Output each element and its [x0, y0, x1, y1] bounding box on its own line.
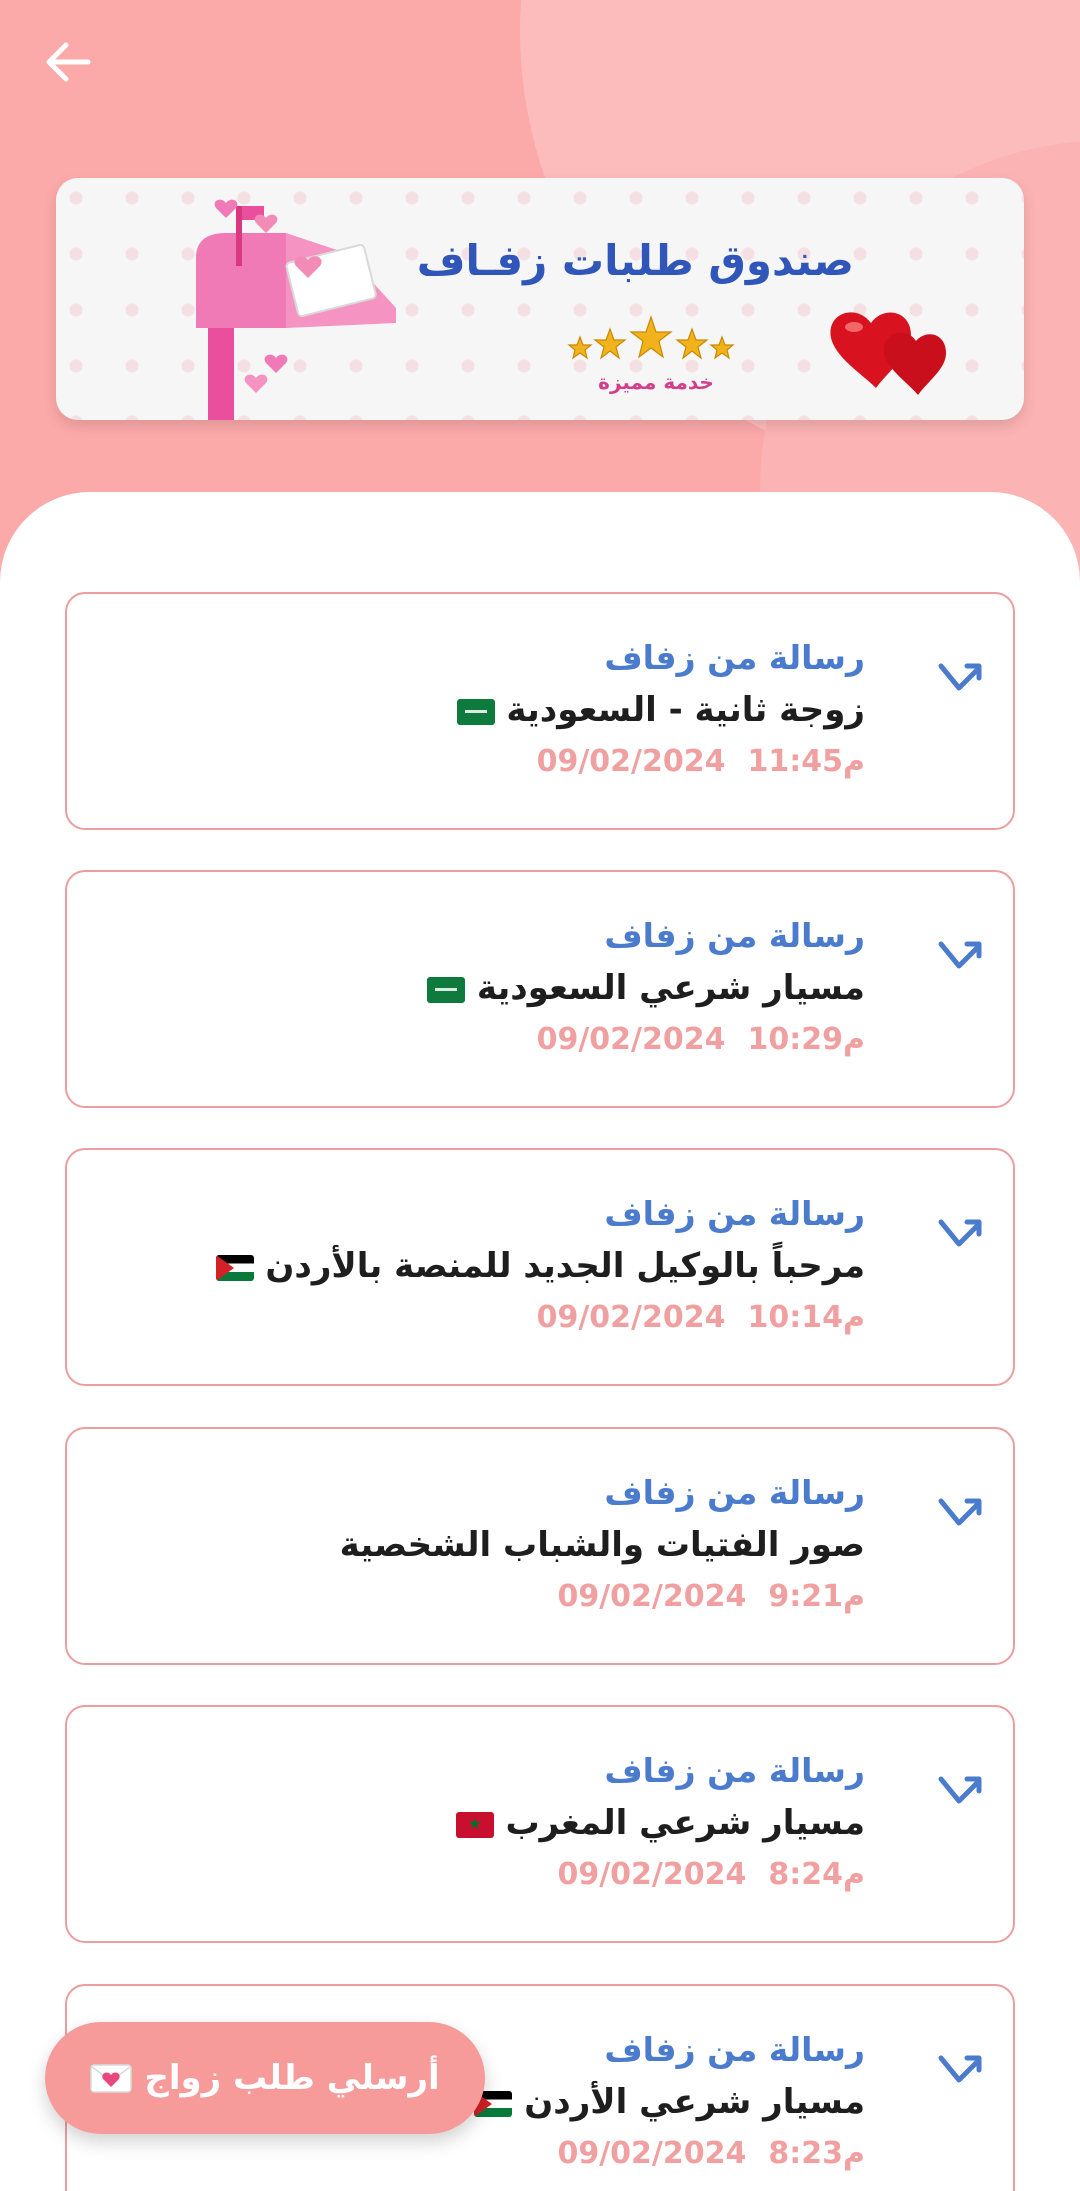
back-button[interactable]	[36, 30, 100, 94]
arrow-up-right-icon	[938, 941, 982, 969]
fab-label: أرسلي طلب زواج	[144, 2058, 440, 2098]
send-marriage-request-button[interactable]: أرسلي طلب زواج	[45, 2022, 485, 2134]
love-letter-icon	[90, 2064, 133, 2093]
flag-jo-icon	[215, 1254, 254, 1281]
message-date: 09/02/2024	[536, 1300, 726, 1335]
message-date: 09/02/2024	[557, 1579, 747, 1614]
message-date: 09/02/2024	[536, 1022, 726, 1057]
arrow-up-right-icon	[938, 663, 982, 691]
message-date: 09/02/2024	[536, 744, 726, 779]
message-time: 11:45م	[747, 744, 866, 779]
message-card[interactable]: رسالة من زفاف صور الفتيات والشباب الشخصي…	[65, 1427, 1015, 1665]
message-timestamp: 09/02/2024 8:24م	[557, 1857, 865, 1892]
message-card[interactable]: رسالة من زفاف مرحباً بالوكيل الجديد للمن…	[65, 1148, 1015, 1386]
message-timestamp: 09/02/2024 10:29م	[537, 1022, 865, 1057]
message-date: 09/02/2024	[557, 2136, 747, 2171]
arrow-up-right-icon	[938, 2055, 982, 2083]
message-timestamp: 09/02/2024 9:21م	[557, 1579, 865, 1614]
message-sender: رسالة من زفاف	[604, 2030, 865, 2069]
message-subject-text: مسيار شرعي الأردن	[524, 2082, 865, 2122]
message-sender: رسالة من زفاف	[604, 1751, 865, 1790]
arrow-up-right-icon	[938, 1498, 982, 1526]
message-card[interactable]: رسالة من زفاف مسيار شرعي المغرب 09/02/20…	[65, 1705, 1015, 1943]
message-subject: صور الفتيات والشباب الشخصية	[340, 1525, 865, 1565]
star-rating-icon	[567, 315, 735, 360]
message-subject-text: مرحباً بالوكيل الجديد للمنصة بالأردن	[265, 1246, 865, 1286]
message-timestamp: 09/02/2024 11:45م	[537, 744, 865, 779]
arrow-up-right-icon	[938, 1219, 982, 1247]
hearts-icon	[830, 312, 946, 395]
message-subject-text: مسيار شرعي السعودية	[476, 968, 865, 1008]
message-sender: رسالة من زفاف	[604, 1473, 865, 1512]
message-time: 10:29م	[747, 1022, 866, 1057]
message-timestamp: 09/02/2024 8:23م	[557, 2136, 865, 2171]
banner-service-label: خدمة مميزة	[598, 370, 714, 394]
flag-sa-icon	[427, 976, 466, 1003]
message-sender: رسالة من زفاف	[604, 1194, 865, 1233]
message-subject: مسيار شرعي السعودية	[417, 968, 865, 1008]
message-sender: رسالة من زفاف	[604, 638, 865, 677]
message-subject: مسيار شرعي الأردن	[464, 2082, 865, 2122]
arrow-left-icon	[46, 42, 91, 82]
message-subject-text: مسيار شرعي المغرب	[505, 1803, 865, 1843]
message-subject: مرحباً بالوكيل الجديد للمنصة بالأردن	[206, 1246, 865, 1286]
mailbox-icon	[196, 199, 396, 420]
message-time: 8:23م	[768, 2136, 865, 2171]
flag-sa-icon	[456, 698, 495, 725]
message-sender: رسالة من زفاف	[604, 916, 865, 955]
banner-title: صندوق طلبات زفـاف	[416, 236, 854, 285]
message-time: 10:14م	[747, 1300, 866, 1335]
message-time: 9:21م	[768, 1579, 865, 1614]
promo-banner: صندوق طلبات زفـاف خدمة مميزة	[56, 178, 1024, 420]
message-subject-text: زوجة ثانية - السعودية	[506, 690, 865, 730]
message-timestamp: 09/02/2024 10:14م	[537, 1300, 865, 1335]
message-date: 09/02/2024	[557, 1857, 747, 1892]
arrow-up-right-icon	[938, 1776, 982, 1804]
message-subject-text: صور الفتيات والشباب الشخصية	[339, 1525, 865, 1565]
flag-ma-icon	[455, 1811, 494, 1838]
message-card[interactable]: رسالة من زفاف مسيار شرعي السعودية 09/02/…	[65, 870, 1015, 1108]
message-subject: زوجة ثانية - السعودية	[447, 690, 865, 730]
message-subject: مسيار شرعي المغرب	[446, 1803, 865, 1843]
message-time: 8:24م	[768, 1857, 865, 1892]
message-card[interactable]: رسالة من زفاف زوجة ثانية - السعودية 09/0…	[65, 592, 1015, 830]
